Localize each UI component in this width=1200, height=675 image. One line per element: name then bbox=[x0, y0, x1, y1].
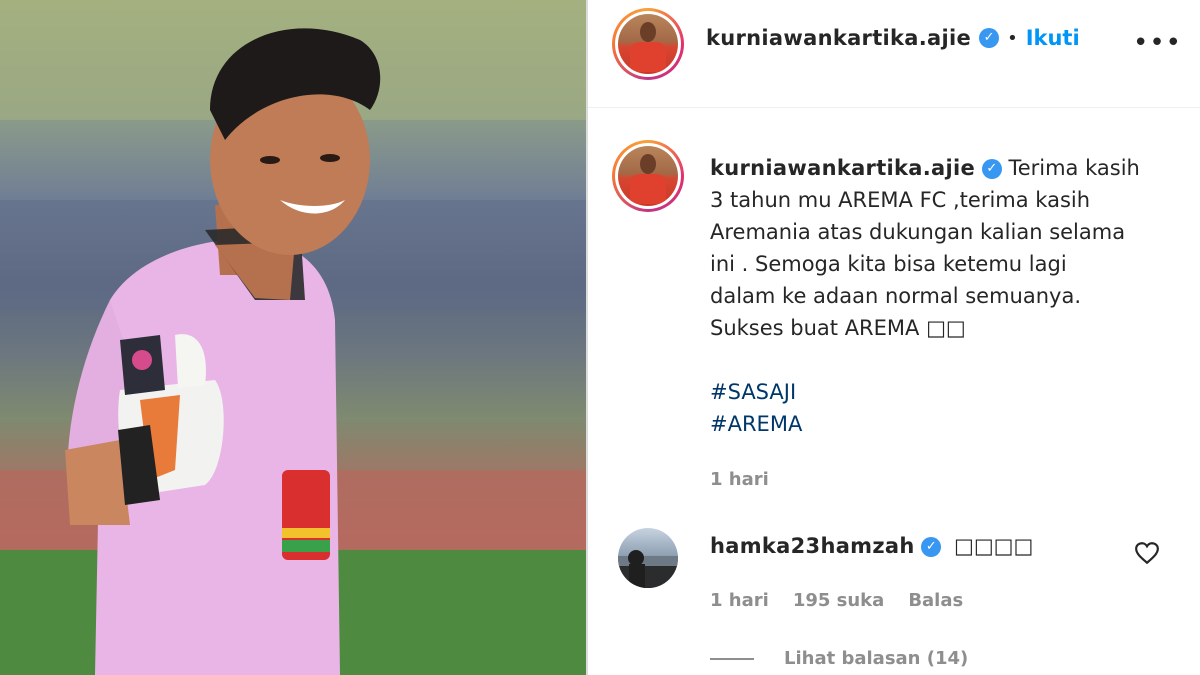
caption-line: Terima kasih bbox=[1008, 156, 1140, 180]
post-header: kurniawankartika.ajie ✓ • Ikuti ••• bbox=[588, 0, 1200, 108]
hashtag-link[interactable]: #AREMA bbox=[710, 408, 1180, 440]
comment-body: □□□□ bbox=[954, 534, 1034, 558]
comment-meta: 1 hari 195 suka Balas bbox=[710, 590, 963, 611]
reply-button[interactable]: Balas bbox=[908, 590, 963, 611]
view-replies-button[interactable]: Lihat balasan (14) bbox=[710, 648, 968, 669]
caption-username[interactable]: kurniawankartika.ajie bbox=[710, 156, 975, 180]
hashtag-link[interactable]: #SASAJI bbox=[710, 376, 1180, 408]
more-options-icon[interactable]: ••• bbox=[1133, 28, 1182, 58]
comment-text: hamka23hamzah ✓ □□□□ bbox=[710, 534, 1033, 558]
caption-line: ini . Semoga kita bisa ketemu lagi bbox=[710, 252, 1067, 276]
commenter-username[interactable]: hamka23hamzah bbox=[710, 534, 915, 558]
author-avatar[interactable] bbox=[612, 8, 684, 80]
caption-line: Sukses buat AREMA □□ bbox=[710, 316, 966, 340]
commenter-avatar[interactable] bbox=[618, 528, 678, 588]
verified-badge-icon: ✓ bbox=[981, 159, 1002, 179]
separator-dot: • bbox=[1007, 27, 1018, 49]
view-replies-label: Lihat balasan (14) bbox=[784, 648, 969, 669]
author-username[interactable]: kurniawankartika.ajie bbox=[706, 26, 971, 50]
caption-text: kurniawankartika.ajie ✓ Terima kasih 3 t… bbox=[710, 152, 1180, 496]
verified-badge-icon: ✓ bbox=[979, 28, 1000, 48]
caption-line: 3 tahun mu AREMA FC ,terima kasih bbox=[710, 188, 1091, 212]
goalkeeper-photo bbox=[0, 0, 586, 675]
caption-avatar[interactable] bbox=[612, 140, 684, 212]
caption-timestamp[interactable]: 1 hari bbox=[710, 464, 1180, 496]
follow-button[interactable]: Ikuti bbox=[1026, 26, 1080, 50]
post-photo[interactable] bbox=[0, 0, 586, 675]
post-panel: kurniawankartika.ajie ✓ • Ikuti ••• kurn… bbox=[588, 0, 1200, 675]
caption-line: Aremania atas dukungan kalian selama bbox=[710, 220, 1126, 244]
replies-line bbox=[710, 657, 754, 660]
heart-icon[interactable] bbox=[1134, 540, 1160, 566]
verified-badge-icon: ✓ bbox=[921, 537, 942, 557]
caption-line: dalam ke adaan normal semuanya. bbox=[710, 284, 1081, 308]
comment-likes[interactable]: 195 suka bbox=[793, 590, 885, 611]
comment-timestamp[interactable]: 1 hari bbox=[710, 590, 769, 611]
